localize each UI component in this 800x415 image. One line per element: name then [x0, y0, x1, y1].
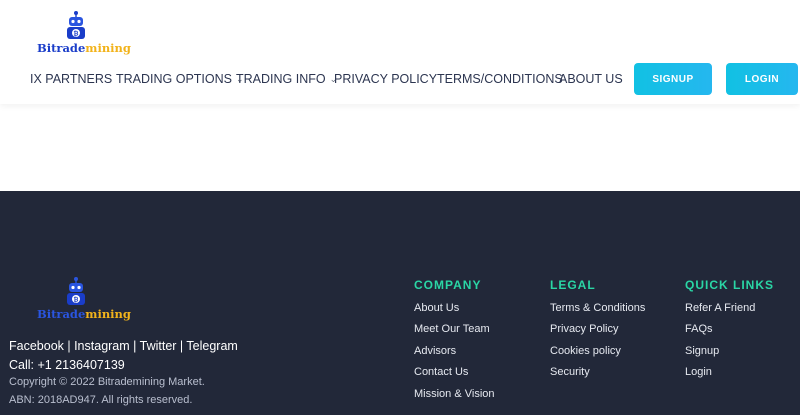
footer-brand-text-primary: Bitrade	[37, 307, 86, 321]
quick-links-heading: QUICK LINKS	[685, 278, 774, 292]
footer-link-about-us[interactable]: About Us	[414, 302, 459, 314]
nav-trading-options-label: TRADING OPTIONS	[116, 72, 232, 86]
login-button[interactable]: LOGIN	[726, 63, 798, 95]
footer-link-faqs[interactable]: FAQs	[685, 323, 713, 335]
robot-logo-icon[interactable]: ₿	[65, 10, 87, 40]
login-button-label: LOGIN	[744, 73, 780, 85]
nav-about-us-label: ABOUT US	[559, 72, 623, 86]
svg-text:₿: ₿	[74, 30, 79, 37]
footer-link-contact-us[interactable]: Contact Us	[414, 366, 468, 378]
social-links[interactable]: Facebook | Instagram | Twitter | Telegra…	[9, 339, 238, 353]
copyright-text: Copyright © 2022 Bitrademining Market.	[9, 376, 205, 388]
company-heading: COMPANY	[414, 278, 482, 292]
footer-link-privacy-policy[interactable]: Privacy Policy	[550, 323, 618, 335]
nav-ix-partners-label: IX PARTNERS	[30, 72, 113, 86]
footer-link-signup[interactable]: Signup	[685, 345, 719, 357]
abn-text: ABN: 2018AD947. All rights reserved.	[9, 394, 193, 406]
footer-link-cookies-policy[interactable]: Cookies policy	[550, 345, 621, 357]
site-header: ₿ Bitrademining IX PARTNERS TRADING OPTI…	[0, 0, 800, 104]
signup-button[interactable]: SIGNUP	[634, 63, 712, 95]
footer-link-advisors[interactable]: Advisors	[414, 345, 456, 357]
nav-privacy-policy-label: PRIVACY POLICY	[334, 72, 438, 86]
nav-terms-conditions-label: TERMS/CONDITIONS	[437, 72, 563, 86]
brand-logo-text[interactable]: Bitrademining	[37, 41, 131, 55]
nav-about-us[interactable]: ABOUT US	[559, 72, 623, 86]
robot-logo-icon[interactable]: ₿	[65, 276, 87, 306]
footer-link-refer-a-friend[interactable]: Refer A Friend	[685, 302, 755, 314]
footer-link-terms-conditions[interactable]: Terms & Conditions	[550, 302, 645, 314]
footer-brand-logo-text[interactable]: Bitrademining	[37, 307, 131, 321]
footer-link-login[interactable]: Login	[685, 366, 712, 378]
nav-trading-info-label: TRADING INFO	[236, 72, 326, 86]
nav-terms-conditions[interactable]: TERMS/CONDITIONS	[437, 72, 563, 86]
nav-trading-info[interactable]: TRADING INFO ⌄	[236, 72, 337, 86]
legal-heading: LEGAL	[550, 278, 596, 292]
footer-brand-text-secondary: mining	[85, 307, 131, 321]
footer-link-mission-vision[interactable]: Mission & Vision	[414, 388, 495, 400]
nav-privacy-policy[interactable]: PRIVACY POLICY	[334, 72, 437, 86]
signup-button-label: SIGNUP	[652, 73, 694, 85]
footer-link-meet-our-team[interactable]: Meet Our Team	[414, 323, 490, 335]
nav-ix-partners[interactable]: IX PARTNERS	[30, 72, 112, 86]
svg-text:₿: ₿	[74, 296, 79, 303]
brand-text-primary: Bitrade	[37, 41, 86, 55]
phone-number: Call: +1 2136407139	[9, 358, 125, 372]
footer-link-security[interactable]: Security	[550, 366, 590, 378]
nav-trading-options[interactable]: TRADING OPTIONS ⌄	[116, 72, 244, 86]
brand-text-secondary: mining	[85, 41, 131, 55]
